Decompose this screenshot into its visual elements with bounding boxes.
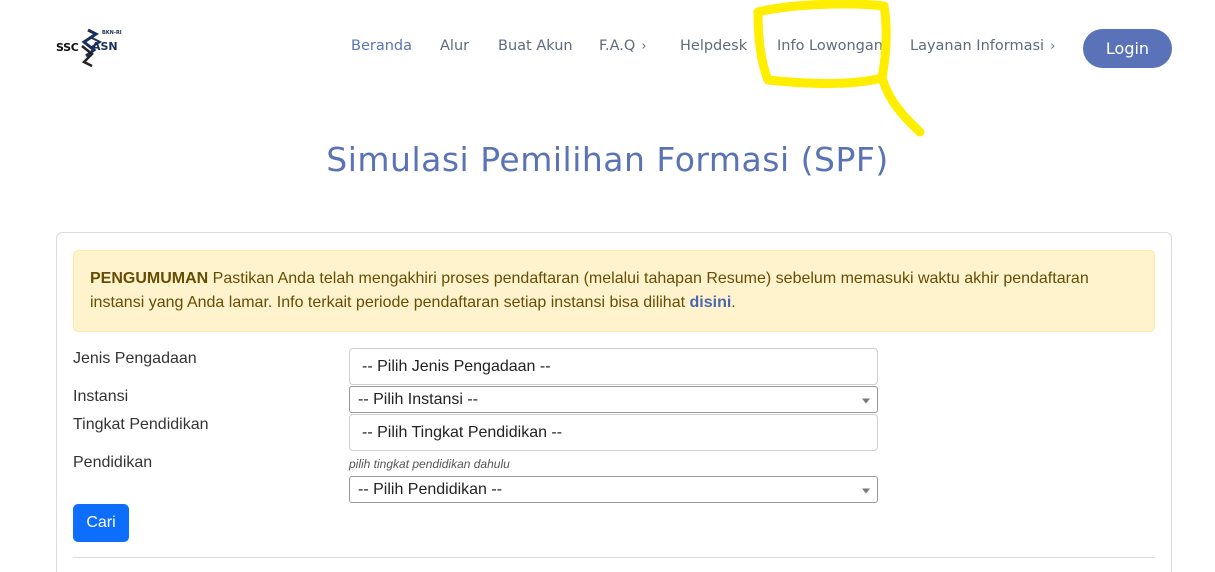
- tingkat-pendidikan-value: -- Pilih Tingkat Pendidikan --: [362, 423, 563, 441]
- instansi-label: Instansi: [73, 388, 129, 405]
- page-title: Simulasi Pemilihan Formasi (SPF): [326, 140, 889, 179]
- search-card: PENGUMUMAN Pastikan Anda telah mengakhir…: [56, 232, 1172, 572]
- divider: [73, 557, 1155, 558]
- jenis-pengadaan-label: Jenis Pengadaan: [73, 350, 197, 367]
- instansi-select[interactable]: -- Pilih Instansi --: [349, 386, 878, 413]
- login-button[interactable]: Login: [1083, 29, 1172, 68]
- nav-info-lowongan[interactable]: Info Lowongan: [777, 38, 883, 54]
- announcement-alert: PENGUMUMAN Pastikan Anda telah mengakhir…: [73, 250, 1155, 332]
- search-button[interactable]: Cari: [73, 504, 129, 542]
- instansi-value: -- Pilih Instansi --: [358, 390, 479, 408]
- nav-alur[interactable]: Alur: [440, 38, 469, 54]
- nav-helpdesk[interactable]: Helpdesk: [680, 38, 747, 54]
- logo-ssc-text: SSC: [56, 41, 79, 54]
- announcement-period: .: [731, 294, 736, 311]
- pendidikan-hint: pilih tingkat pendidikan dahulu: [349, 457, 510, 471]
- nav-buat-akun[interactable]: Buat Akun: [498, 38, 573, 54]
- announcement-heading: PENGUMUMAN: [90, 270, 209, 287]
- chevron-right-icon: ›: [641, 39, 647, 54]
- announcement-text: Pastikan Anda telah mengakhiri proses pe…: [90, 270, 1089, 311]
- nav-layanan-informasi-label: Layanan Informasi: [910, 38, 1045, 54]
- pendidikan-select[interactable]: -- Pilih Pendidikan --: [349, 476, 878, 503]
- nav-beranda[interactable]: Beranda: [351, 38, 412, 54]
- pendidikan-label: Pendidikan: [73, 454, 153, 471]
- tingkat-pendidikan-select[interactable]: -- Pilih Tingkat Pendidikan --: [349, 414, 878, 451]
- jenis-pengadaan-value: -- Pilih Jenis Pengadaan --: [362, 357, 551, 375]
- caret-down-icon: [862, 488, 870, 493]
- tingkat-pendidikan-label: Tingkat Pendidikan: [73, 416, 209, 433]
- jenis-pengadaan-select[interactable]: -- Pilih Jenis Pengadaan --: [349, 348, 878, 385]
- pendidikan-value: -- Pilih Pendidikan --: [358, 480, 503, 498]
- announcement-link[interactable]: disini: [690, 294, 732, 311]
- chevron-right-icon: ›: [1050, 39, 1056, 54]
- nav-layanan-informasi[interactable]: Layanan Informasi ›: [910, 38, 1055, 54]
- logo-asn-text: ASN: [92, 40, 118, 53]
- nav-faq[interactable]: F.A.Q ›: [599, 38, 647, 54]
- nav-faq-label: F.A.Q: [599, 38, 636, 54]
- ssc-asn-logo[interactable]: SSC BKN-RI ASN: [56, 28, 130, 68]
- logo-bkn-text: BKN-RI: [102, 30, 122, 36]
- navbar: SSC BKN-RI ASN Beranda Alur Buat Akun F.…: [0, 0, 1215, 96]
- caret-down-icon: [862, 398, 870, 403]
